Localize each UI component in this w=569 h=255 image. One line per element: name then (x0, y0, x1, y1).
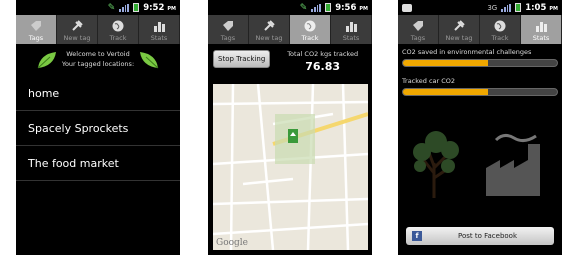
tab-stats[interactable]: Stats (331, 15, 372, 44)
tab-stats[interactable]: Stats (521, 15, 562, 44)
google-logo: Google (216, 238, 248, 248)
tab-new-tag[interactable]: New tag (249, 15, 290, 44)
globe-icon (304, 20, 316, 32)
tag-icon (31, 21, 41, 31)
tab-new-tag[interactable]: New tag (57, 15, 98, 44)
progress-bar-challenges (402, 59, 558, 67)
clock-time: 1:05 (525, 2, 547, 13)
clock-ampm: PM (549, 5, 558, 12)
globe-icon (112, 20, 124, 32)
bar-chart-icon (536, 22, 547, 32)
sync-icon: ✎ (299, 2, 308, 13)
screen-tags: ✎ 9:52 PM Tags New tag Track Stats Welco… (16, 0, 180, 255)
signal-icon (311, 3, 322, 12)
battery-icon (515, 3, 522, 12)
tab-track[interactable]: Track (98, 15, 139, 44)
stop-tracking-button[interactable]: Stop Tracking (213, 50, 271, 68)
leaf-icon (37, 52, 56, 69)
tracking-header: Stop Tracking Total CO2 kgs tracked 76.8… (208, 44, 372, 82)
sync-icon: 3G (487, 3, 498, 12)
tab-label: Track (491, 34, 509, 42)
clock: 9:52 PM (143, 3, 176, 13)
location-item[interactable]: The food market (16, 146, 180, 181)
co2-total: Total CO2 kgs tracked 76.83 (278, 50, 367, 73)
screen-track: ✎ 9:56 PM Tags New tag Track Stats Stop … (208, 0, 372, 255)
tab-label: New tag (255, 34, 283, 42)
signal-icon (119, 3, 130, 12)
signal-icon (501, 3, 512, 12)
status-bar: ✎ 9:56 PM (208, 0, 372, 15)
tab-label: Track (301, 34, 319, 42)
tab-label: Stats (342, 34, 360, 42)
welcome-subtitle: Your tagged locations: (61, 60, 135, 68)
facebook-button-label: Post to Facebook (458, 232, 518, 240)
globe-icon (494, 20, 506, 32)
battery-icon (133, 3, 140, 12)
co2-value: 76.83 (305, 60, 341, 73)
tab-tags[interactable]: Tags (208, 15, 249, 44)
tab-label: Tags (28, 34, 44, 42)
map-view[interactable]: Google (213, 84, 368, 250)
tree-icon (413, 131, 459, 198)
status-bar: 3G 1:05 PM (398, 0, 562, 15)
welcome-title: Welcome to Vertoid (66, 50, 130, 59)
clock: 9:56 PM (335, 3, 368, 13)
tag-icon (223, 21, 233, 31)
clock-time: 9:52 (143, 2, 165, 13)
tab-bar: Tags New tag Track Stats (398, 15, 562, 44)
bar-chart-icon (154, 22, 165, 32)
tab-label: Stats (150, 34, 168, 42)
battery-icon (325, 3, 332, 12)
tab-label: New tag (445, 34, 473, 42)
stat-label-challenges: CO2 saved in environmental challenges (402, 48, 532, 56)
notification-icon (402, 3, 412, 12)
tab-track[interactable]: Track (290, 15, 331, 44)
tab-label: Track (109, 34, 127, 42)
tab-bar: Tags New tag Track Stats (208, 15, 372, 44)
tab-tags[interactable]: Tags (16, 15, 57, 44)
tab-label: New tag (63, 34, 91, 42)
progress-fill (403, 60, 488, 66)
clock-ampm: PM (167, 5, 176, 12)
tag-icon (413, 21, 423, 31)
tab-tags[interactable]: Tags (398, 15, 439, 44)
post-to-facebook-button[interactable]: f Post to Facebook (406, 227, 554, 245)
tab-label: Tags (410, 34, 426, 42)
tab-new-tag[interactable]: New tag (439, 15, 480, 44)
tab-label: Tags (220, 34, 236, 42)
location-item[interactable]: home (16, 76, 180, 111)
leaf-icon (140, 52, 159, 69)
welcome-header: Welcome to Vertoid Your tagged locations… (16, 44, 180, 76)
location-item[interactable]: Spacely Sprockets (16, 111, 180, 146)
co2-label: Total CO2 kgs tracked (287, 50, 359, 58)
new-tag-icon (264, 20, 275, 31)
tab-track[interactable]: Track (480, 15, 521, 44)
clock: 1:05 PM (525, 3, 558, 13)
facebook-icon: f (412, 231, 422, 241)
sync-icon: ✎ (107, 2, 116, 13)
clock-time: 9:56 (335, 2, 357, 13)
factory-icon (486, 133, 540, 196)
stat-label-car: Tracked car CO2 (402, 77, 456, 85)
clock-ampm: PM (359, 5, 368, 12)
status-bar: ✎ 9:52 PM (16, 0, 180, 15)
progress-bar-car (402, 88, 558, 96)
progress-fill (403, 89, 488, 95)
map-streets (213, 84, 368, 250)
bar-chart-icon (346, 22, 357, 32)
screen-stats: 3G 1:05 PM Tags New tag Track Stats CO2 … (398, 0, 562, 255)
tab-bar: Tags New tag Track Stats (16, 15, 180, 44)
tab-stats[interactable]: Stats (139, 15, 180, 44)
new-tag-icon (454, 20, 465, 31)
new-tag-icon (72, 20, 83, 31)
tab-label: Stats (532, 34, 550, 42)
